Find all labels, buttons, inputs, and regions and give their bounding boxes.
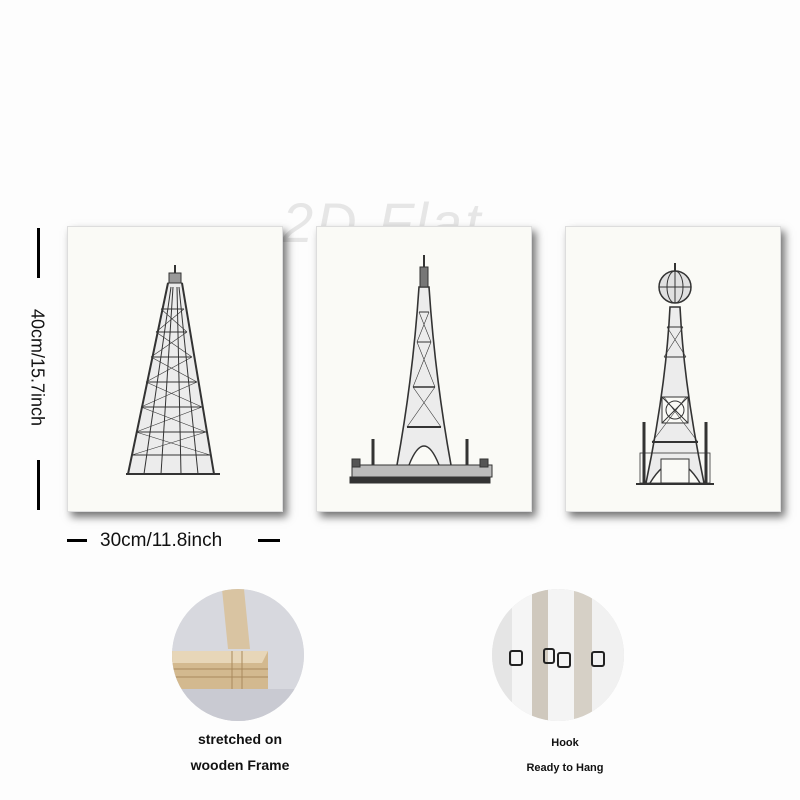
- width-dimension-line-right: [258, 539, 280, 542]
- height-dimension-label: 40cm/15.7inch: [27, 308, 48, 427]
- lattice-tower-drawing: [126, 265, 220, 475]
- hook-caption-line2: Ready to Hang: [526, 762, 604, 774]
- width-dimension-line-left: [67, 539, 87, 542]
- tower-print-1: [67, 226, 283, 512]
- globe-tower-drawing: [636, 263, 714, 485]
- height-dimension-line-top: [37, 228, 40, 278]
- frame-caption-line1: stretched on: [197, 731, 282, 747]
- frame-caption-line2: wooden Frame: [190, 757, 290, 773]
- tower-print-3: [565, 226, 781, 512]
- hanging-hook-icon: [492, 589, 624, 721]
- tower-print-2: [316, 226, 532, 512]
- hook-caption-line1: Hook: [551, 737, 579, 749]
- eiffel-tower-drawing: [349, 255, 493, 484]
- height-dimension-line-bottom: [37, 460, 40, 510]
- hook-detail-image: [492, 589, 624, 721]
- wooden-frame-detail-image: [172, 589, 304, 721]
- wooden-frame-corner-icon: [172, 589, 304, 721]
- width-dimension-label: 30cm/11.8inch: [100, 530, 223, 551]
